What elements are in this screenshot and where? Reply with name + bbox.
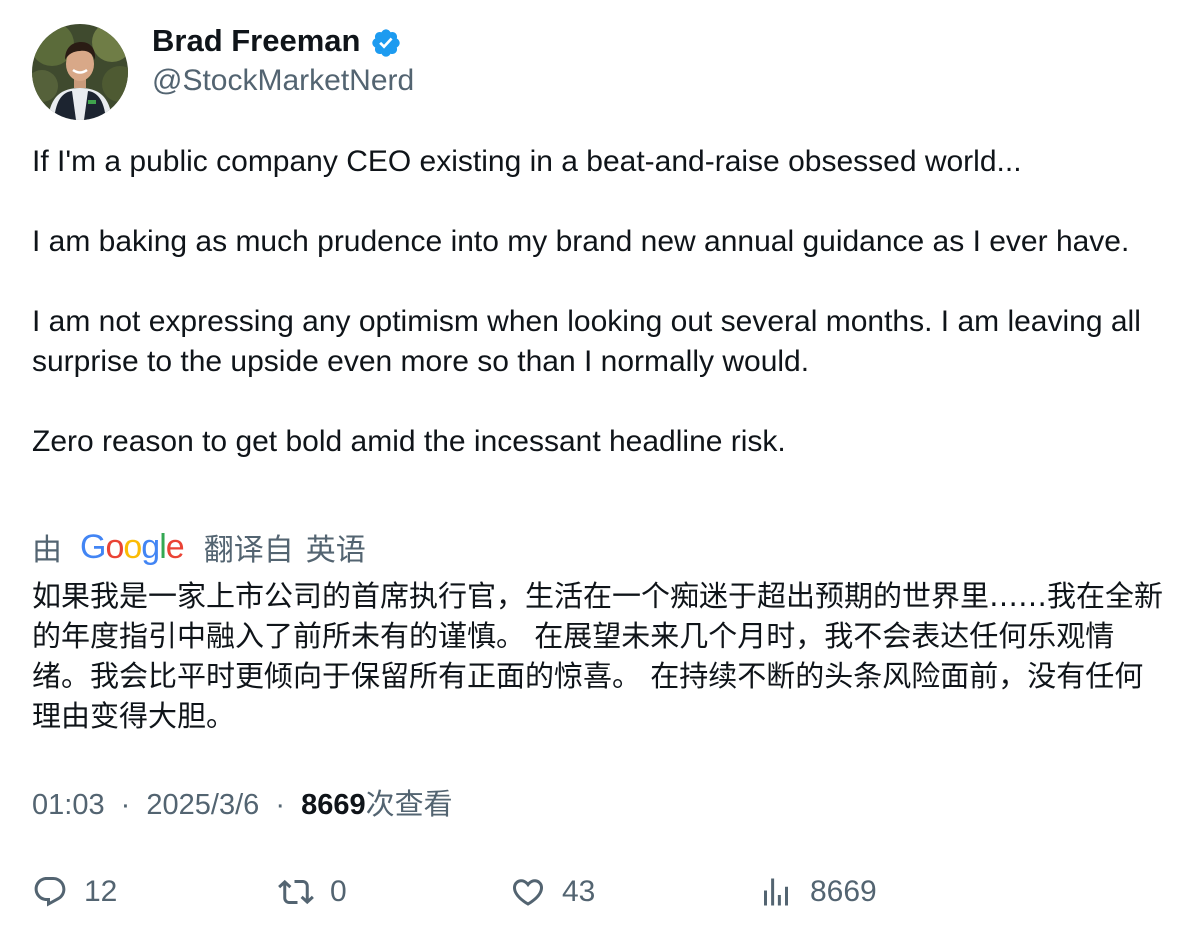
tweet-paragraph: I am baking as much prudence into my bra… [32,225,1130,258]
like-count: 43 [562,875,596,908]
reply-button[interactable]: 12 [32,871,117,913]
tweet-date[interactable]: 2025/3/6 [146,789,259,821]
views-count: 8669 [301,789,366,821]
tweet-paragraph: I am not expressing any optimism when lo… [32,305,1141,378]
tweet-meta: 01:03 · 2025/3/6 · 8669次查看 [32,785,453,824]
translated-text: 如果我是一家上市公司的首席执行官，生活在一个痴迷于超出预期的世界里……我在全新的… [32,579,1164,733]
analytics-icon [764,878,788,906]
views-button[interactable]: 8669 [758,871,877,913]
translation-language: 英语 [305,533,366,568]
like-button[interactable]: 43 [510,871,595,913]
translation-prefix: 由 [32,533,62,568]
tweet-paragraph: If I'm a public company CEO existing in … [32,145,1022,178]
avatar[interactable] [32,24,128,120]
author-display-name[interactable]: Brad Freeman [152,22,360,60]
retweet-button[interactable]: 0 [278,871,347,913]
verified-badge-icon [370,27,402,59]
views-action-count: 8669 [810,875,877,908]
reply-icon [34,877,66,907]
translation-attribution[interactable]: 由 Google 翻译自 英语 [32,527,366,569]
views-label: 次查看 [365,787,453,821]
author-handle[interactable]: @StockMarketNerd [152,62,414,100]
profile-photo-icon [32,24,128,120]
retweet-count: 0 [330,875,347,908]
tweet-paragraph: Zero reason to get bold amid the incessa… [32,425,786,458]
heart-icon [512,879,544,906]
google-logo-icon: Google [80,527,185,566]
tweet-text: If I'm a public company CEO existing in … [32,142,1162,462]
translation-suffix: 翻译自 [203,533,294,568]
retweet-icon [278,879,314,905]
reply-count: 12 [84,875,118,908]
author-name-row[interactable]: Brad Freeman [152,22,402,60]
meta-separator: · [275,789,285,821]
meta-separator: · [120,789,131,821]
tweet-time[interactable]: 01:03 [32,789,105,821]
action-bar: 12 0 43 8669 [32,871,1172,913]
